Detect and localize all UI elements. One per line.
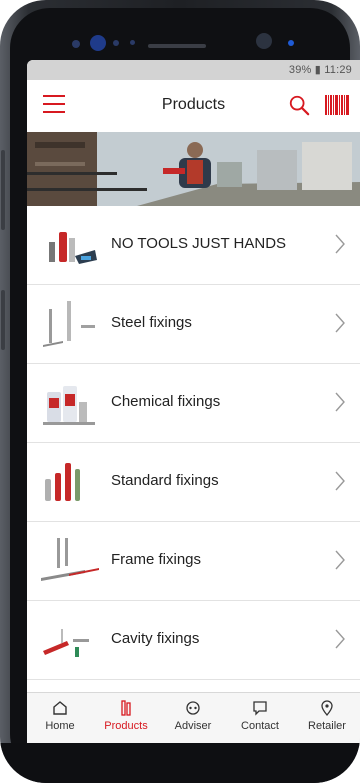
- tab-label: Home: [45, 720, 75, 732]
- page-title: Products: [161, 96, 226, 113]
- steel-fixings-icon: [43, 301, 95, 347]
- bottom-tab-bar: Home Products Adviser Contact Retailer: [27, 692, 360, 743]
- barcode-icon[interactable]: [325, 95, 349, 115]
- chevron-right-icon: [335, 392, 345, 412]
- category-row-no-tools[interactable]: NO TOOLS JUST HANDS: [27, 206, 360, 285]
- tab-label: Contact: [241, 720, 279, 732]
- phone-bottom-bezel: [0, 743, 360, 783]
- product-category-list: NO TOOLS JUST HANDS Steel fixings Chemic…: [27, 206, 360, 680]
- earpiece-speaker: [148, 44, 206, 48]
- banner-illustration: [27, 132, 360, 206]
- category-label: NO TOOLS JUST HANDS: [111, 235, 287, 252]
- tab-contact[interactable]: Contact: [227, 699, 293, 732]
- contact-icon: [253, 701, 267, 716]
- cavity-fixings-icon: [43, 629, 89, 657]
- category-row-standard[interactable]: Standard fixings: [27, 443, 360, 522]
- category-row-frame[interactable]: Frame fixings: [27, 522, 360, 601]
- chevron-right-icon: [335, 471, 345, 491]
- bixby-button: [1, 290, 5, 350]
- phone-frame: 39% ▮ 11:29 Products NO TOOLS JUST HANDS…: [0, 0, 360, 783]
- hero-banner-image: [27, 132, 360, 206]
- home-icon: [53, 701, 67, 715]
- category-row-cavity[interactable]: Cavity fixings: [27, 601, 360, 680]
- products-icon: [121, 700, 131, 716]
- status-bar: 39% ▮ 11:29: [27, 60, 360, 80]
- category-row-steel[interactable]: Steel fixings: [27, 285, 360, 364]
- chevron-right-icon: [335, 629, 345, 649]
- chevron-right-icon: [335, 313, 345, 333]
- chevron-right-icon: [335, 550, 345, 570]
- category-label: Standard fixings: [111, 472, 219, 489]
- adviser-icon: [186, 701, 200, 715]
- category-label: Steel fixings: [111, 314, 192, 331]
- tab-home[interactable]: Home: [27, 699, 93, 732]
- category-row-chemical[interactable]: Chemical fixings: [27, 364, 360, 443]
- category-label: Chemical fixings: [111, 393, 221, 410]
- frame-fixings-icon: [41, 538, 99, 581]
- category-label: Cavity fixings: [111, 630, 200, 647]
- tab-label: Adviser: [174, 720, 212, 732]
- status-text: 39% ▮ 11:29: [288, 64, 352, 76]
- phone-top-sensors: [0, 0, 360, 60]
- chemical-fixings-icon: [43, 386, 95, 425]
- standard-fixings-icon: [45, 463, 80, 501]
- tab-retailer[interactable]: Retailer: [294, 699, 360, 732]
- chevron-right-icon: [335, 234, 345, 254]
- tab-label: Retailer: [308, 720, 346, 732]
- category-label: Frame fixings: [111, 551, 202, 568]
- volume-button: [1, 150, 5, 230]
- app-screen: 39% ▮ 11:29 Products NO TOOLS JUST HANDS…: [27, 60, 360, 743]
- tab-label: Products: [104, 720, 148, 732]
- top-app-bar: Products: [27, 80, 360, 132]
- tab-adviser[interactable]: Adviser: [160, 699, 226, 732]
- no-tools-product-icon: [49, 232, 97, 264]
- search-icon[interactable]: [288, 93, 310, 117]
- retailer-icon: [321, 700, 333, 717]
- tab-products[interactable]: Products: [93, 699, 159, 732]
